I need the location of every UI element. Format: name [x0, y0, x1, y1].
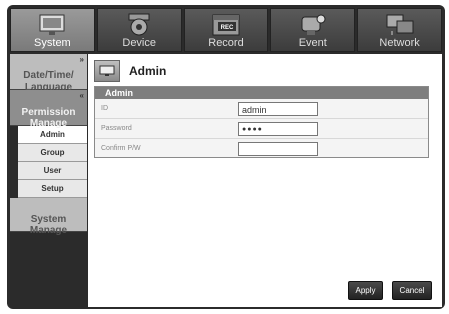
sidebar-item-label: Permission Manage [21, 107, 76, 129]
password-field[interactable]: ●●●● [238, 121, 318, 136]
tab-label: Device [122, 37, 156, 49]
form-row-password: Password ●●●● [95, 119, 428, 139]
event-camera-icon [301, 14, 326, 35]
tab-label: Record [208, 37, 244, 49]
network-icon [386, 14, 414, 35]
tab-label: System [34, 37, 71, 49]
tab-label: Network [379, 37, 420, 49]
sidebar-item-permission-manage[interactable]: Permission Manage « [10, 90, 87, 129]
sidebar-item-label: System Manage [29, 214, 68, 236]
tab-device[interactable]: Device [96, 8, 182, 52]
password-label: Password [101, 125, 132, 132]
panel-title: Admin [95, 87, 428, 99]
tab-label: Event [298, 37, 327, 49]
cancel-button[interactable]: Cancel [392, 281, 432, 300]
sidebar-item-date-time-language[interactable]: Date/Time/ Language » [10, 54, 87, 93]
tab-system[interactable]: System [10, 8, 95, 52]
confirm-password-field[interactable] [238, 141, 318, 156]
main-content: Admin Admin ID admin Password ●●●● Confi… [88, 54, 442, 307]
chevron-up-icon: « [79, 91, 84, 100]
confirm-password-label: Confirm P/W [101, 145, 141, 152]
sidebar-subitem-user[interactable]: User [18, 162, 87, 180]
record-calendar-icon: REC [212, 14, 240, 36]
sidebar-subitem-group[interactable]: Group [18, 144, 87, 162]
tab-event[interactable]: Event [270, 8, 356, 52]
tab-network[interactable]: Network [357, 8, 442, 52]
form-row-confirm: Confirm P/W [95, 139, 428, 158]
sidebar: Date/Time/ Language » Permission Manage … [10, 54, 87, 307]
page-header: Admin [94, 60, 166, 82]
dvr-window: System Device REC Record Event Network D… [7, 5, 445, 309]
top-tabs: System Device REC Record Event Network [10, 8, 442, 52]
monitor-icon [39, 14, 65, 35]
monitor-icon [94, 60, 120, 82]
id-label: ID [101, 105, 108, 112]
tab-record[interactable]: REC Record [183, 8, 269, 52]
sidebar-subitem-setup[interactable]: Setup [18, 180, 87, 198]
apply-button[interactable]: Apply [348, 281, 383, 300]
id-field[interactable]: admin [238, 101, 318, 116]
admin-panel: Admin ID admin Password ●●●● Confirm P/W [94, 86, 429, 158]
chevron-down-icon: » [79, 55, 84, 64]
form-row-id: ID admin [95, 99, 428, 119]
camera-icon [128, 13, 150, 36]
rec-badge: REC [221, 25, 234, 31]
page-title: Admin [129, 64, 167, 78]
sidebar-item-system-manage[interactable]: System Manage [10, 198, 87, 236]
